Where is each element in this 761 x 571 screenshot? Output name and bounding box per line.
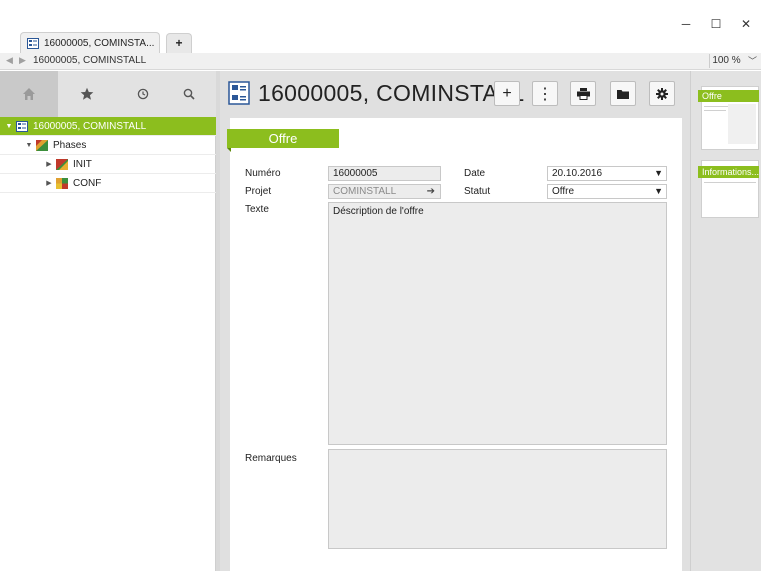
numero-label: Numéro [245, 168, 281, 179]
document-icon [16, 120, 28, 132]
numero-field[interactable]: 16000005 [328, 166, 441, 181]
section-thumbnail-label: Offre [698, 90, 759, 102]
favorites-button[interactable] [62, 71, 112, 117]
close-button[interactable]: ✕ [736, 14, 756, 34]
star-icon [80, 87, 94, 100]
chevron-down-icon[interactable]: ﹀ [748, 54, 757, 67]
tree-item-conf[interactable]: ▶ CONF [0, 174, 216, 193]
expanded-triangle-icon[interactable]: ▼ [4, 123, 14, 130]
address-bar: ◀ ▶ 16000005, COMINSTALL 100 % ﹀ [0, 53, 761, 70]
statut-label: Statut [464, 186, 491, 197]
chevron-down-icon[interactable]: ▼ [654, 167, 663, 180]
projet-label: Projet [245, 186, 272, 197]
date-label: Date [464, 168, 486, 179]
remarques-textarea[interactable] [328, 449, 667, 549]
tree-item-label: INIT [73, 158, 92, 170]
phase-icon [56, 177, 68, 189]
section-thumbnail-label: Informations... [698, 166, 759, 178]
thumbnail-line [704, 110, 726, 111]
zoom-level[interactable]: 100 % [709, 54, 743, 68]
navigation-toolbar [0, 71, 216, 117]
tree-view: ▼ 16000005, COMINSTALL ▼ Phases ▶ INIT ▶… [0, 117, 216, 193]
home-button[interactable] [0, 71, 58, 117]
folder-icon [617, 89, 629, 99]
tree-item-init[interactable]: ▶ INIT [0, 155, 216, 174]
navigation-panel: ▼ 16000005, COMINSTALL ▼ Phases ▶ INIT ▶… [0, 71, 216, 571]
section-header: Offre [227, 129, 339, 152]
chevron-down-icon[interactable]: ▼ [654, 185, 663, 198]
tree-item-label: CONF [73, 177, 102, 189]
expanded-triangle-icon[interactable]: ▼ [24, 142, 34, 149]
statut-select[interactable]: Offre ▼ [547, 184, 667, 199]
search-button[interactable] [164, 71, 214, 117]
phases-icon [36, 139, 48, 151]
collapsed-triangle-icon[interactable]: ▶ [44, 160, 54, 168]
arrow-right-icon[interactable]: ➔ [427, 185, 435, 198]
maximize-button[interactable]: ☐ [706, 14, 726, 34]
projet-value: COMINSTALL [333, 186, 397, 197]
tab-label: 16000005, COMINSTA... [44, 38, 155, 49]
add-tab-button[interactable]: + [166, 33, 192, 53]
gear-icon [656, 87, 668, 100]
add-button[interactable]: + [494, 81, 520, 106]
projet-field[interactable]: COMINSTALL ➔ [328, 184, 441, 199]
minimize-button[interactable]: ─ [676, 14, 696, 34]
remarques-label: Remarques [245, 453, 297, 464]
tree-item-phases[interactable]: ▼ Phases [0, 136, 216, 155]
tree-item-label: Phases [53, 139, 87, 151]
history-button[interactable] [118, 71, 168, 117]
history-icon [137, 88, 149, 100]
thumbnail-area [728, 104, 756, 144]
texte-textarea[interactable]: Déscription de l'offre [328, 202, 667, 445]
document-icon [27, 38, 39, 49]
folder-button[interactable] [610, 81, 636, 106]
date-value: 20.10.2016 [552, 168, 603, 179]
tree-item-label: 16000005, COMINSTALL [33, 120, 147, 132]
print-button[interactable] [570, 81, 596, 106]
thumbnail-line [704, 182, 756, 183]
date-field[interactable]: 20.10.2016 ▼ [547, 166, 667, 181]
back-icon[interactable]: ◀ [6, 55, 13, 66]
statut-value: Offre [552, 186, 575, 197]
home-icon [23, 88, 35, 100]
breadcrumb: 16000005, COMINSTALL [33, 55, 147, 66]
more-button[interactable]: ⋮ [532, 81, 558, 106]
texte-label: Texte [245, 204, 269, 215]
settings-button[interactable] [649, 81, 675, 106]
document-icon [228, 81, 250, 105]
print-icon [576, 87, 590, 100]
document-tab[interactable]: 16000005, COMINSTA... [20, 32, 160, 54]
phase-icon [56, 158, 68, 170]
page-title: 16000005, COMINSTALL [258, 80, 525, 106]
collapsed-triangle-icon[interactable]: ▶ [44, 179, 54, 187]
tree-item-root[interactable]: ▼ 16000005, COMINSTALL [0, 117, 216, 136]
forward-icon[interactable]: ▶ [19, 55, 26, 66]
search-icon [183, 88, 195, 100]
